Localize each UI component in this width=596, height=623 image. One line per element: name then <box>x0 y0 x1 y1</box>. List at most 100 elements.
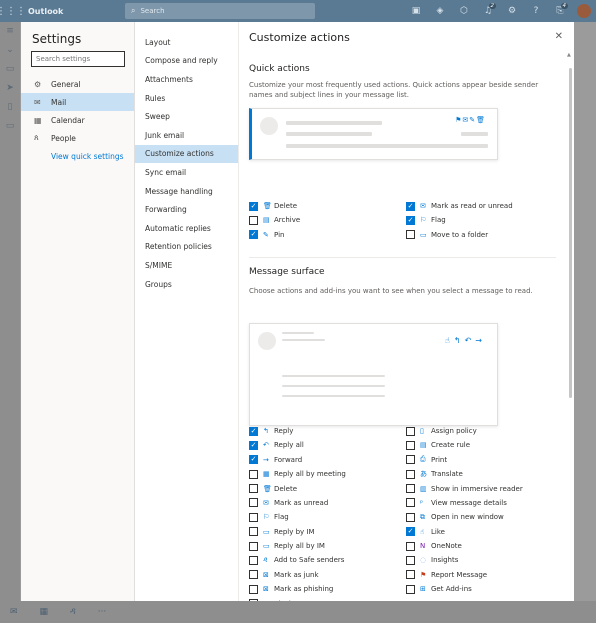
option-mark-as-phishing[interactable]: ⊠ Mark as phishing <box>249 584 406 594</box>
checkbox[interactable]: ✓ <box>249 201 258 211</box>
option-translate[interactable]: あ Translate <box>406 469 556 479</box>
checkbox[interactable] <box>406 498 415 508</box>
subnav-layout[interactable]: Layout <box>135 33 238 52</box>
option-get-add-ins[interactable]: ⊞ Get Add-ins <box>406 584 556 594</box>
option-mark-as-junk[interactable]: ⊠ Mark as junk <box>249 570 406 580</box>
trash-icon[interactable]: ▯ <box>0 102 20 117</box>
option-report-message[interactable]: ⚑ Report Message <box>406 570 556 580</box>
subnav-customize-actions[interactable]: Customize actions <box>135 144 238 164</box>
checkbox[interactable] <box>406 555 415 565</box>
subnav-automatic-replies[interactable]: Automatic replies <box>135 219 238 238</box>
subnav-sweep[interactable]: Sweep <box>135 107 238 126</box>
nav-people[interactable]: ጰ People <box>21 129 134 147</box>
subnav-smime[interactable]: S/MIME <box>135 256 238 275</box>
checkbox[interactable] <box>249 498 258 508</box>
checkbox[interactable] <box>249 527 258 537</box>
option-reply-all-by-meeting[interactable]: ▦ Reply all by meeting <box>249 469 406 479</box>
my-day-icon[interactable]: ⬡ <box>452 6 476 16</box>
checkbox[interactable] <box>249 584 258 594</box>
checkbox[interactable] <box>249 555 258 565</box>
settings-search-input[interactable] <box>31 51 125 67</box>
account-avatar[interactable] <box>577 4 591 18</box>
mail-icon[interactable]: ✉ <box>10 607 18 617</box>
checkbox[interactable]: ✓ <box>406 527 415 537</box>
nav-mail[interactable]: ✉ Mail <box>21 93 134 111</box>
view-quick-settings-link[interactable]: View quick settings <box>21 152 134 161</box>
option-add-to-safe-senders[interactable]: ዳ Add to Safe senders <box>249 555 406 565</box>
teams-icon[interactable]: ◈ <box>428 6 452 16</box>
option-archive[interactable]: ▤ Archive <box>249 215 406 225</box>
app-launcher-icon[interactable]: ⋮⋮⋮ <box>0 0 26 22</box>
option-reply-all-by-im[interactable]: ▭ Reply all by IM <box>249 541 406 551</box>
nav-general[interactable]: ⚙ General <box>21 75 134 93</box>
checkbox[interactable] <box>249 570 258 580</box>
inbox-icon[interactable]: ▭ <box>0 64 20 79</box>
option-flag[interactable]: ✓ ⚐ Flag <box>406 215 556 225</box>
option-open-in-new-window[interactable]: ⧉ Open in new window <box>406 512 556 522</box>
checkbox[interactable] <box>406 584 415 594</box>
option-block[interactable]: ⊘Block <box>249 599 406 601</box>
checkbox[interactable] <box>249 512 258 522</box>
checkbox[interactable] <box>249 484 258 494</box>
subnav-rules[interactable]: Rules <box>135 89 238 108</box>
checkbox[interactable]: ✓ <box>249 440 258 450</box>
checkbox[interactable] <box>406 230 415 240</box>
checkbox[interactable] <box>406 455 415 465</box>
checkbox[interactable] <box>249 215 258 225</box>
search-box[interactable]: ⌕ Search <box>125 3 315 19</box>
checkbox[interactable] <box>406 484 415 494</box>
calendar-icon[interactable]: ▦ <box>40 607 49 617</box>
option-delete[interactable]: ✓ 🗑 Delete <box>249 201 406 211</box>
subnav-sync-email[interactable]: Sync email <box>135 163 238 182</box>
folder-icon[interactable]: ▭ <box>0 121 20 136</box>
expand-icon[interactable]: ⌄ <box>0 45 20 60</box>
option-view-message-details[interactable]: ᵖ View message details <box>406 498 556 508</box>
checkbox[interactable] <box>406 570 415 580</box>
menu-icon[interactable]: ≡ <box>0 26 20 41</box>
app-name[interactable]: Outlook <box>28 7 112 16</box>
close-icon[interactable]: ✕ <box>555 31 563 42</box>
option-reply-all[interactable]: ✓ ↶ Reply all <box>249 440 406 450</box>
option-flag[interactable]: ⚐ Flag <box>249 512 406 522</box>
option-reply[interactable]: ✓ ↰ Reply <box>249 426 406 436</box>
subnav-groups[interactable]: Groups <box>135 275 238 294</box>
checkbox[interactable] <box>406 469 415 479</box>
option-mark-as-unread[interactable]: ✉ Mark as unread <box>249 498 406 508</box>
option-pin[interactable]: ✓ ✎ Pin <box>249 230 406 240</box>
checkbox[interactable] <box>406 426 415 436</box>
option-move-to-a-folder[interactable]: ▭ Move to a folder <box>406 230 556 240</box>
more-icon[interactable]: ··· <box>98 607 107 617</box>
option-mark-as-read-or-unread[interactable]: ✓ ✉ Mark as read or unread <box>406 201 556 211</box>
option-onenote[interactable]: N OneNote <box>406 541 556 551</box>
option-assign-policy[interactable]: ▯ Assign policy <box>406 426 556 436</box>
option-delete[interactable]: 🗑 Delete <box>249 484 406 494</box>
subnav-forwarding[interactable]: Forwarding <box>135 200 238 219</box>
option-like[interactable]: ✓ ☝ Like <box>406 527 556 537</box>
subnav-junk-email[interactable]: Junk email <box>135 126 238 145</box>
checkbox[interactable] <box>249 541 258 551</box>
option-forward[interactable]: ✓ → Forward <box>249 455 406 465</box>
checkbox[interactable] <box>249 599 258 601</box>
feedback-icon[interactable]: ⎘ 4 <box>548 3 572 16</box>
checkbox[interactable]: ✓ <box>249 426 258 436</box>
people-icon[interactable]: ዳ <box>70 607 76 617</box>
subnav-attachments[interactable]: Attachments <box>135 70 238 89</box>
scroll-thumb[interactable] <box>569 68 572 398</box>
subnav-message-handling[interactable]: Message handling <box>135 182 238 201</box>
checkbox[interactable]: ✓ <box>249 455 258 465</box>
checkbox[interactable]: ✓ <box>406 201 415 211</box>
subnav-compose-and-reply[interactable]: Compose and reply <box>135 52 238 71</box>
subnav-retention-policies[interactable]: Retention policies <box>135 238 238 257</box>
checkbox[interactable] <box>406 541 415 551</box>
option-reply-by-im[interactable]: ▭ Reply by IM <box>249 527 406 537</box>
scroll-up-icon[interactable]: ▲ <box>567 52 571 58</box>
help-icon[interactable]: ? <box>524 6 548 16</box>
whats-new-icon[interactable]: ♫ 2 <box>476 3 500 16</box>
checkbox[interactable] <box>406 440 415 450</box>
checkbox[interactable]: ✓ <box>406 215 415 225</box>
option-insights[interactable]: ◌ Insights <box>406 555 556 565</box>
option-show-in-immersive-reader[interactable]: ▥ Show in immersive reader <box>406 484 556 494</box>
sent-icon[interactable]: ➤ <box>0 83 20 98</box>
option-create-rule[interactable]: ▤ Create rule <box>406 440 556 450</box>
option-print[interactable]: ⎙ Print <box>406 455 556 465</box>
